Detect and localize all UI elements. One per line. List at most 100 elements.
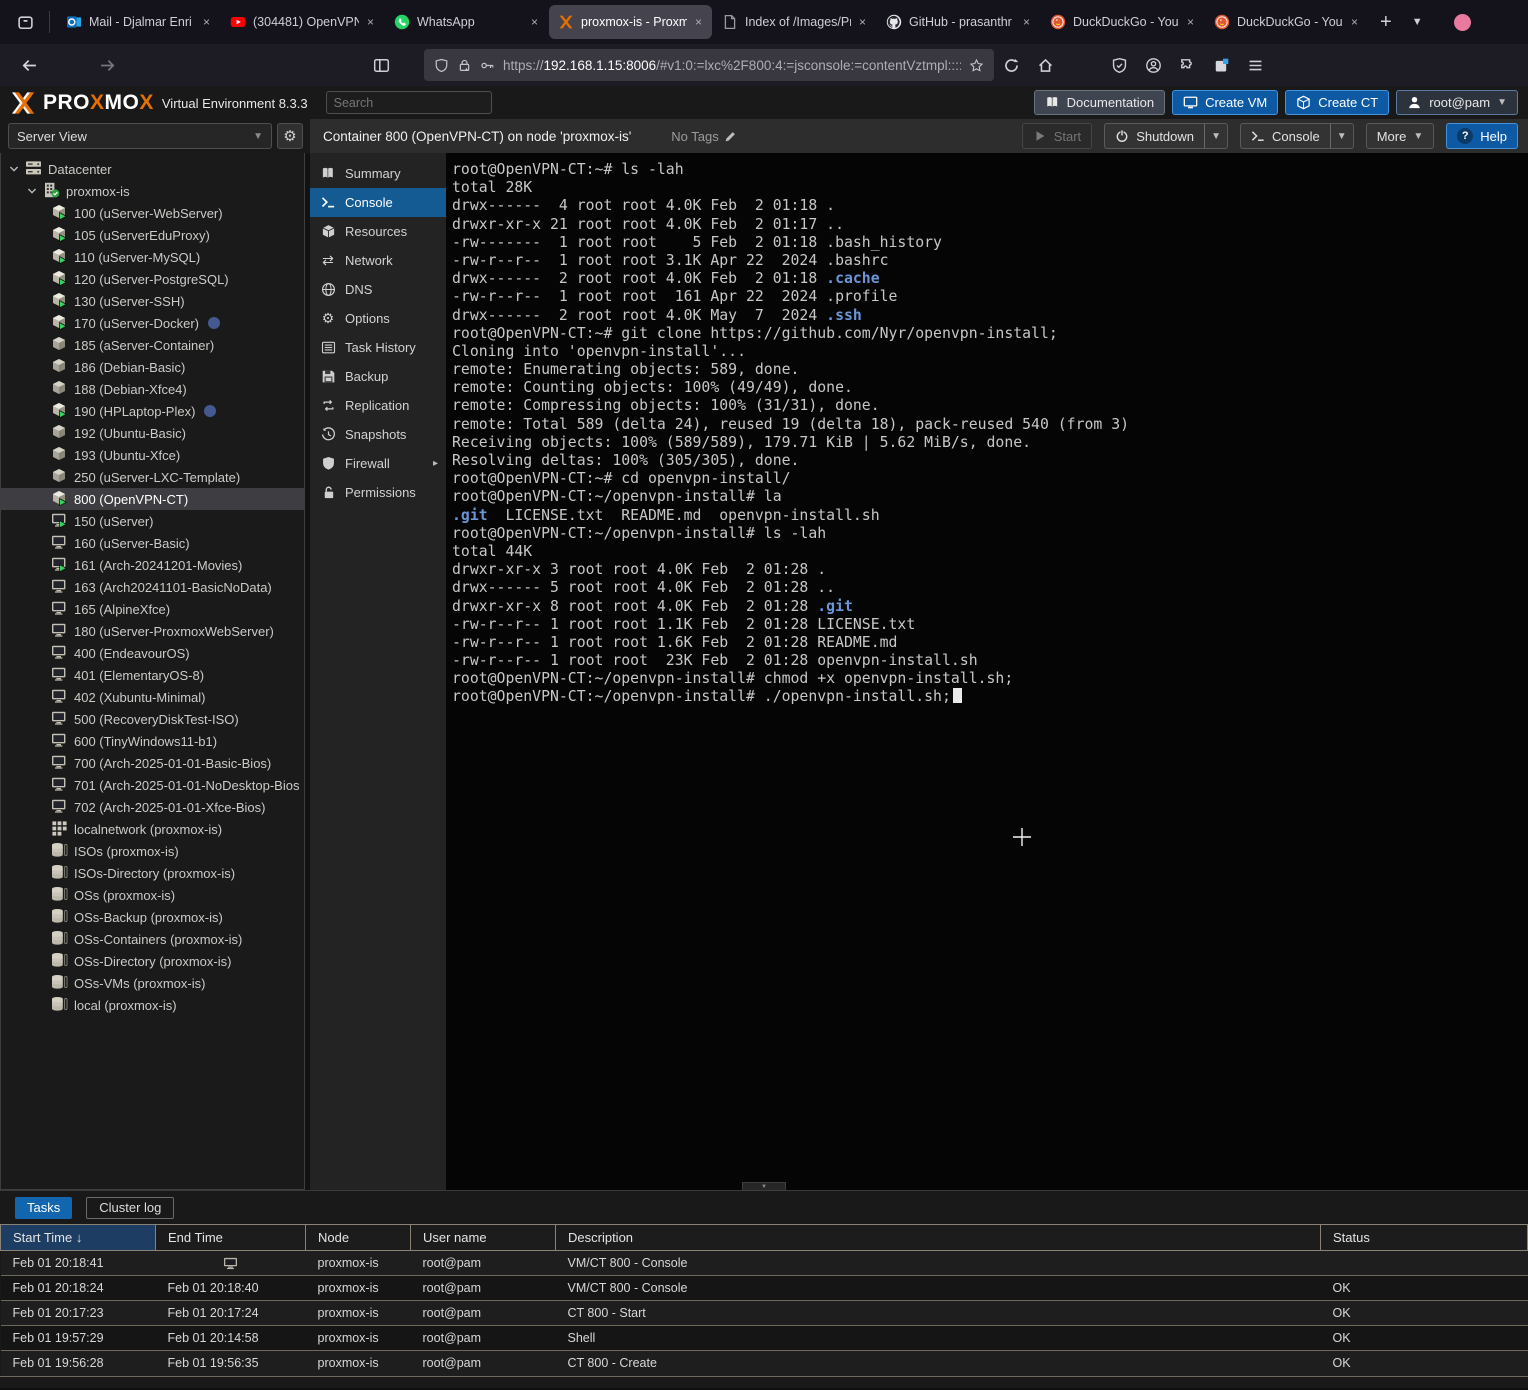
menu-item-options[interactable]: ⚙Options xyxy=(310,304,446,333)
tree-item[interactable]: 161 (Arch-20241201-Movies) xyxy=(1,554,304,576)
account-icon[interactable] xyxy=(1136,49,1170,81)
tree-item[interactable]: 190 (HPLaptop-Plex) xyxy=(1,400,304,422)
firefox-view-button[interactable] xyxy=(8,6,42,38)
tree-item[interactable]: 401 (ElementaryOS-8) xyxy=(1,664,304,686)
task-row[interactable]: Feb 01 20:17:23Feb 01 20:17:24proxmox-is… xyxy=(1,1301,1528,1326)
bookmark-star-icon[interactable] xyxy=(969,58,984,73)
tree-item[interactable]: 700 (Arch-2025-01-01-Basic-Bios) xyxy=(1,752,304,774)
view-mode-select[interactable]: Server View▼ xyxy=(8,123,272,149)
task-row[interactable]: Feb 01 19:57:29Feb 01 20:14:58proxmox-is… xyxy=(1,1326,1528,1351)
home-button[interactable] xyxy=(1028,49,1062,81)
tree-item[interactable]: 160 (uServer-Basic) xyxy=(1,532,304,554)
log-tab-cluster-log[interactable]: Cluster log xyxy=(86,1197,174,1219)
menu-item-resources[interactable]: Resources xyxy=(310,217,446,246)
tree-item[interactable]: 701 (Arch-2025-01-01-NoDesktop-Bios xyxy=(1,774,304,796)
forward-button[interactable] xyxy=(90,49,124,81)
tree-item[interactable]: 186 (Debian-Basic) xyxy=(1,356,304,378)
tree-item[interactable]: 192 (Ubuntu-Basic) xyxy=(1,422,304,444)
tree-item[interactable]: 180 (uServer-ProxmoxWebServer) xyxy=(1,620,304,642)
tree-item[interactable]: 163 (Arch20241101-BasicNoData) xyxy=(1,576,304,598)
column-header-start-time[interactable]: Start Time ↓ xyxy=(1,1225,156,1251)
menu-item-console[interactable]: Console xyxy=(310,188,446,217)
browser-tab[interactable]: WhatsApp× xyxy=(385,5,548,39)
tab-close-icon[interactable]: × xyxy=(366,15,375,29)
browser-tab[interactable]: DuckDuckGo - You× xyxy=(1041,5,1204,39)
column-header-end-time[interactable]: End Time xyxy=(156,1225,306,1251)
tree-item[interactable]: 800 (OpenVPN-CT) xyxy=(1,488,304,510)
tree-item[interactable]: 188 (Debian-Xfce4) xyxy=(1,378,304,400)
help-button[interactable]: ?Help xyxy=(1446,123,1518,149)
column-header-user-name[interactable]: User name xyxy=(411,1225,556,1251)
start-button[interactable]: Start xyxy=(1022,123,1092,149)
menu-item-permissions[interactable]: Permissions xyxy=(310,478,446,507)
column-header-node[interactable]: Node xyxy=(306,1225,411,1251)
list-all-tabs-button[interactable]: ▼ xyxy=(1403,16,1432,28)
app-menu-hamburger-icon[interactable] xyxy=(1238,49,1272,81)
tracking-shield-icon[interactable] xyxy=(434,58,449,73)
search-input[interactable] xyxy=(326,91,492,114)
tree-item[interactable]: local (proxmox-is) xyxy=(1,994,304,1016)
task-row[interactable]: Feb 01 20:18:24Feb 01 20:18:40proxmox-is… xyxy=(1,1276,1528,1301)
tab-close-icon[interactable]: × xyxy=(202,15,211,29)
tree-item[interactable]: OSs-Directory (proxmox-is) xyxy=(1,950,304,972)
tree-settings-gear-button[interactable]: ⚙ xyxy=(277,123,303,149)
tree-item[interactable]: 105 (uServerEduProxy) xyxy=(1,224,304,246)
console-dropdown-button[interactable]: ▼ xyxy=(1330,123,1354,149)
tree-item[interactable]: OSs-VMs (proxmox-is) xyxy=(1,972,304,994)
connection-lock-warning-icon[interactable] xyxy=(457,58,472,73)
menu-item-backup[interactable]: Backup xyxy=(310,362,446,391)
documentation-button[interactable]: Documentation xyxy=(1034,90,1165,115)
menu-item-task-history[interactable]: Task History xyxy=(310,333,446,362)
shutdown-button[interactable]: Shutdown xyxy=(1104,123,1204,149)
more-button[interactable]: More▼ xyxy=(1366,123,1435,149)
extensions-puzzle-icon[interactable] xyxy=(1170,49,1204,81)
sidebar-toggle-button[interactable] xyxy=(364,49,398,81)
browser-tab[interactable]: (304481) OpenVPN× xyxy=(221,5,384,39)
tab-close-icon[interactable]: × xyxy=(694,15,703,29)
tab-close-icon[interactable]: × xyxy=(530,15,539,29)
menu-item-summary[interactable]: Summary xyxy=(310,159,446,188)
tree-item[interactable]: 170 (uServer-Docker) xyxy=(1,312,304,334)
saved-password-key-icon[interactable] xyxy=(480,58,495,73)
browser-tab[interactable]: DuckDuckGo - You× xyxy=(1205,5,1368,39)
menu-item-network[interactable]: ⇄Network xyxy=(310,246,446,275)
tree-item[interactable]: 193 (Ubuntu-Xfce) xyxy=(1,444,304,466)
browser-tab[interactable]: proxmox-is - Proxm× xyxy=(549,5,712,39)
tree-item[interactable]: localnetwork (proxmox-is) xyxy=(1,818,304,840)
back-button[interactable] xyxy=(12,49,46,81)
tree-item[interactable]: OSs-Backup (proxmox-is) xyxy=(1,906,304,928)
url-bar[interactable]: https://192.168.1.15:8006/#v1:0:=lxc%2F8… xyxy=(424,49,994,81)
menu-item-firewall[interactable]: Firewall▸ xyxy=(310,449,446,478)
tab-close-icon[interactable]: × xyxy=(1186,15,1195,29)
chevron-down-icon[interactable] xyxy=(27,184,37,199)
tree-item[interactable]: 100 (uServer-WebServer) xyxy=(1,202,304,224)
tree-item[interactable]: 402 (Xubuntu-Minimal) xyxy=(1,686,304,708)
tree-item[interactable]: proxmox-is xyxy=(1,180,304,202)
create-ct-button[interactable]: Create CT xyxy=(1285,90,1389,115)
tree-item[interactable]: 702 (Arch-2025-01-01-Xfce-Bios) xyxy=(1,796,304,818)
task-row[interactable]: Feb 01 19:56:28Feb 01 19:56:35proxmox-is… xyxy=(1,1351,1528,1376)
tree-item[interactable]: 500 (RecoveryDiskTest-ISO) xyxy=(1,708,304,730)
browser-tab[interactable]: GitHub - prasanthr× xyxy=(877,5,1040,39)
tree-item[interactable]: ISOs (proxmox-is) xyxy=(1,840,304,862)
tree-item[interactable]: 600 (TinyWindows11-b1) xyxy=(1,730,304,752)
menu-item-replication[interactable]: Replication xyxy=(310,391,446,420)
tree-item[interactable]: 400 (EndeavourOS) xyxy=(1,642,304,664)
column-header-description[interactable]: Description xyxy=(556,1225,1321,1251)
firefox-account-avatar[interactable] xyxy=(1454,14,1471,31)
menu-item-snapshots[interactable]: Snapshots xyxy=(310,420,446,449)
tree-item[interactable]: 110 (uServer-MySQL) xyxy=(1,246,304,268)
console-button[interactable]: Console xyxy=(1240,123,1330,149)
tree-item[interactable]: 185 (aServer-Container) xyxy=(1,334,304,356)
tree-item[interactable]: OSs-Containers (proxmox-is) xyxy=(1,928,304,950)
tree-item[interactable]: 250 (uServer-LXC-Template) xyxy=(1,466,304,488)
new-tab-button[interactable]: + xyxy=(1369,11,1403,34)
reload-button[interactable] xyxy=(994,49,1028,81)
task-row[interactable]: Feb 01 20:18:41proxmox-isroot@pamVM/CT 8… xyxy=(1,1251,1528,1276)
tree-item[interactable]: OSs (proxmox-is) xyxy=(1,884,304,906)
protections-dashboard-icon[interactable] xyxy=(1102,49,1136,81)
menu-item-dns[interactable]: DNS xyxy=(310,275,446,304)
extension-badge-icon[interactable] xyxy=(1204,49,1238,81)
tree-item[interactable]: 150 (uServer) xyxy=(1,510,304,532)
tree-item[interactable]: 120 (uServer-PostgreSQL) xyxy=(1,268,304,290)
